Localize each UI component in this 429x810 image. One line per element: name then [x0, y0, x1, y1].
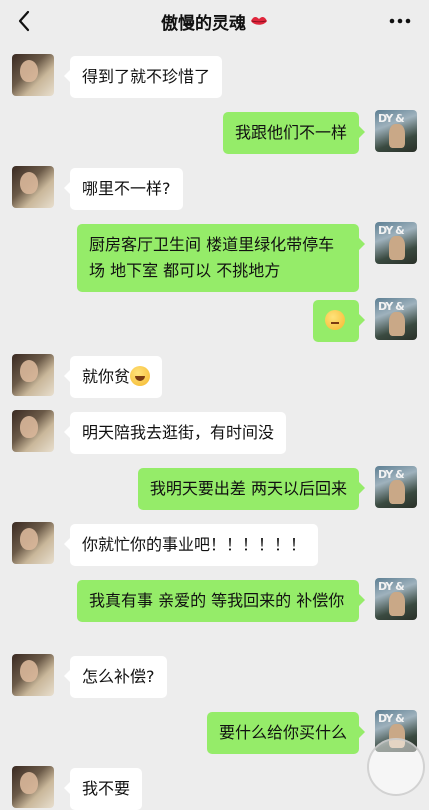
chat-header: 傲慢的灵魂 — [0, 0, 429, 42]
message-bubble-outgoing[interactable]: 我真有事 亲爱的 等我回来的 补偿你 — [77, 580, 365, 622]
contact-avatar[interactable] — [12, 522, 54, 564]
contact-avatar[interactable] — [12, 766, 54, 808]
more-button[interactable] — [385, 6, 415, 36]
contact-avatar[interactable] — [12, 166, 54, 208]
contact-avatar[interactable] — [12, 354, 54, 396]
thinking-emoji-icon — [325, 310, 345, 330]
message-bubble-outgoing[interactable]: 我明天要出差 两天以后回来 — [137, 468, 366, 510]
message-bubble-incoming[interactable]: 你就忙你的事业吧！！！！！！ — [63, 524, 319, 566]
message-text: 就你贫 — [82, 367, 131, 386]
chat-title-wrap: 傲慢的灵魂 — [161, 9, 268, 34]
more-dots-icon — [389, 18, 411, 24]
message-bubble-incoming[interactable]: 哪里不一样? — [64, 168, 183, 210]
my-avatar[interactable]: DY & — [375, 466, 417, 508]
contact-avatar[interactable] — [12, 410, 54, 452]
back-button[interactable] — [10, 6, 38, 36]
message-bubble-incoming[interactable]: 就你贫 — [63, 356, 163, 398]
message-bubble-outgoing[interactable]: 厨房客厅卫生间 楼道里绿化带停车场 地下室 都可以 不挑地方 — [77, 224, 365, 292]
message-bubble-incoming[interactable]: 怎么补偿? — [64, 656, 167, 698]
my-avatar[interactable]: DY & — [375, 298, 417, 340]
message-bubble-incoming[interactable]: 明天陪我去逛街，有时间没 — [63, 412, 287, 454]
message-bubble-outgoing[interactable] — [313, 300, 365, 342]
my-avatar[interactable]: DY & — [375, 110, 417, 152]
message-bubble-incoming[interactable]: 得到了就不珍惜了 — [63, 56, 223, 98]
contact-avatar[interactable] — [12, 654, 54, 696]
laughing-emoji-icon — [130, 366, 151, 386]
message-bubble-outgoing[interactable]: 要什么给你买什么 — [206, 712, 366, 754]
chevron-left-icon — [18, 10, 30, 32]
message-bubble-incoming[interactable]: 我不要 — [63, 768, 143, 810]
my-avatar[interactable]: DY & — [375, 222, 417, 264]
chat-title: 傲慢的灵魂 — [161, 13, 246, 34]
watermark-logo — [367, 738, 425, 796]
my-avatar[interactable]: DY & — [375, 578, 417, 620]
contact-avatar[interactable] — [12, 54, 54, 96]
red-lips-emoji-icon — [251, 17, 267, 25]
message-bubble-outgoing[interactable]: 我跟他们不一样 — [222, 112, 366, 154]
